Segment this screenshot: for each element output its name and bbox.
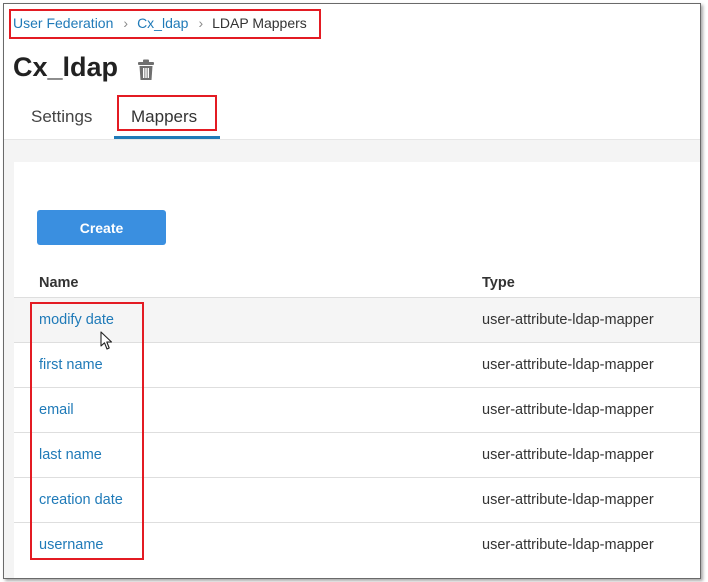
mapper-type: user-attribute-ldap-mapper bbox=[482, 357, 654, 373]
table-row: last name user-attribute-ldap-mapper bbox=[14, 432, 700, 478]
column-header-name[interactable]: Name bbox=[39, 275, 79, 291]
breadcrumb-separator-icon: › bbox=[198, 15, 204, 31]
column-header-type[interactable]: Type bbox=[482, 275, 515, 291]
breadcrumb-ldap-mappers: LDAP Mappers bbox=[212, 15, 307, 31]
mapper-type: user-attribute-ldap-mapper bbox=[482, 447, 654, 463]
breadcrumb: User Federation › Cx_ldap › LDAP Mappers bbox=[13, 12, 307, 34]
table-row: first name user-attribute-ldap-mapper bbox=[14, 342, 700, 388]
table-row: email user-attribute-ldap-mapper bbox=[14, 387, 700, 433]
mapper-type: user-attribute-ldap-mapper bbox=[482, 402, 654, 418]
mapper-name-link[interactable]: first name bbox=[39, 357, 103, 373]
table-row: modify date user-attribute-ldap-mapper bbox=[14, 297, 700, 343]
mapper-type: user-attribute-ldap-mapper bbox=[482, 492, 654, 508]
create-button[interactable]: Create bbox=[37, 210, 166, 245]
window-frame: User Federation › Cx_ldap › LDAP Mappers… bbox=[3, 3, 701, 579]
mapper-name-link[interactable]: last name bbox=[39, 447, 102, 463]
mouse-cursor-icon bbox=[100, 331, 113, 350]
active-tab-indicator bbox=[114, 136, 220, 139]
mapper-type: user-attribute-ldap-mapper bbox=[482, 537, 654, 553]
table-row: creation date user-attribute-ldap-mapper bbox=[14, 477, 700, 523]
page-title: Cx_ldap bbox=[13, 52, 119, 82]
mapper-name-link[interactable]: creation date bbox=[39, 492, 123, 508]
trash-icon[interactable] bbox=[137, 59, 155, 81]
tab-settings[interactable]: Settings bbox=[31, 107, 92, 127]
mapper-name-link[interactable]: email bbox=[39, 402, 74, 418]
mapper-name-link[interactable]: username bbox=[39, 537, 103, 553]
breadcrumb-separator-icon: › bbox=[123, 15, 129, 31]
mapper-name-link[interactable]: modify date bbox=[39, 312, 114, 328]
table-row: username user-attribute-ldap-mapper bbox=[14, 522, 700, 568]
breadcrumb-cx-ldap[interactable]: Cx_ldap bbox=[137, 15, 188, 31]
breadcrumb-user-federation[interactable]: User Federation bbox=[13, 15, 113, 31]
tab-bar: Settings Mappers bbox=[4, 99, 700, 140]
tab-mappers[interactable]: Mappers bbox=[131, 107, 197, 127]
mapper-type: user-attribute-ldap-mapper bbox=[482, 312, 654, 328]
